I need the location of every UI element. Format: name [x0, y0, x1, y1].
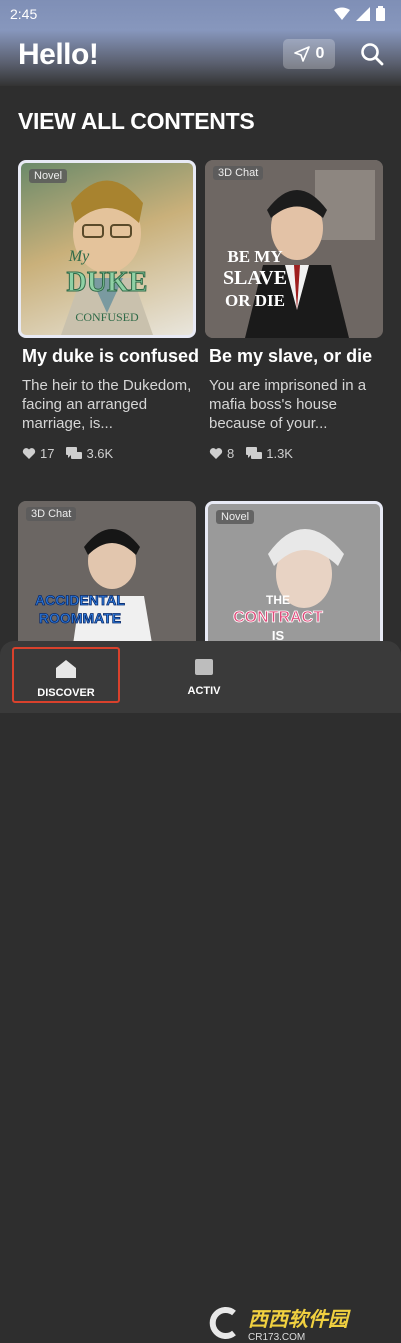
- activity-icon: [193, 657, 215, 682]
- counter-value: 0: [315, 45, 325, 62]
- content-type-badge: 3D Chat: [26, 507, 77, 521]
- card-title: My duke is confused: [22, 346, 200, 366]
- app-header: Hello! 0: [0, 30, 401, 86]
- cover-text: BE MY: [227, 247, 282, 266]
- watermark-logo: 西西软件园 CR173.COM: [206, 1303, 386, 1343]
- cover-art: DUKE My CONFUSED: [61, 180, 153, 335]
- cover-text: DUKE: [67, 267, 148, 298]
- card-stats: 17 3.6K: [22, 446, 125, 461]
- watermark-sub-text: CR173.COM: [248, 1332, 306, 1343]
- card-description: The heir to the Dukedom, facing an arran…: [22, 377, 192, 432]
- cover-text: CONTRACT: [233, 609, 323, 626]
- cover-text: ACCIDENTAL: [35, 592, 125, 608]
- bottom-tab-bar: DISCOVER ACTIV 西西软件园 CR173.COM: [0, 641, 401, 1343]
- heart-icon: [209, 447, 223, 460]
- signal-icon: [356, 6, 370, 21]
- tab-label: DISCOVER: [37, 687, 95, 699]
- comments-count: 1.3K: [266, 446, 293, 461]
- section-title: VIEW ALL CONTENTS: [18, 108, 255, 134]
- watermark-main-text: 西西软件园: [248, 1309, 348, 1331]
- comments-count: 3.6K: [86, 446, 114, 461]
- cover-text: OR DIE: [225, 291, 285, 310]
- page-title: Hello!: [18, 38, 99, 71]
- likes-count: 8: [227, 446, 235, 461]
- cover-text: CONFUSED: [75, 310, 139, 324]
- battery-icon: [376, 6, 385, 21]
- home-icon: [55, 659, 77, 684]
- tab-label: ACTIV: [187, 685, 221, 697]
- content-type-badge: Novel: [29, 169, 68, 183]
- tab-discover[interactable]: DISCOVER: [12, 647, 120, 703]
- share-counter-button[interactable]: 0: [283, 39, 335, 69]
- card-title: Be my slave, or die: [209, 346, 373, 366]
- card-thumbnail[interactable]: DUKE My CONFUSED Novel: [18, 160, 196, 338]
- cover-text: SLAVE: [223, 267, 287, 289]
- card-stats: 8 1.3K: [209, 446, 305, 461]
- comments-icon: [66, 446, 83, 461]
- watermark-icon: [209, 1307, 236, 1339]
- content-type-badge: 3D Chat: [213, 166, 264, 180]
- wifi-icon: [334, 7, 350, 20]
- status-time: 2:45: [10, 6, 38, 22]
- status-icons: [334, 6, 385, 21]
- content-type-badge: Novel: [216, 510, 255, 524]
- comments-icon: [246, 446, 263, 461]
- send-icon: [293, 46, 310, 62]
- status-bar: 2:45: [0, 0, 401, 30]
- search-button[interactable]: [359, 41, 385, 67]
- likes-count: 17: [40, 446, 55, 461]
- card-description: You are imprisoned in a mafia boss's hou…: [209, 377, 367, 432]
- card-thumbnail[interactable]: BE MY SLAVE OR DIE 3D Chat: [205, 160, 383, 338]
- tab-activity[interactable]: ACTIV: [150, 647, 258, 703]
- cover-art: BE MY SLAVE OR DIE: [205, 160, 383, 338]
- search-icon: [361, 43, 384, 66]
- cover-text: THE: [266, 593, 290, 607]
- cover-text: My: [68, 248, 90, 265]
- heart-icon: [22, 447, 36, 460]
- cover-text: ROOMMATE: [39, 610, 121, 626]
